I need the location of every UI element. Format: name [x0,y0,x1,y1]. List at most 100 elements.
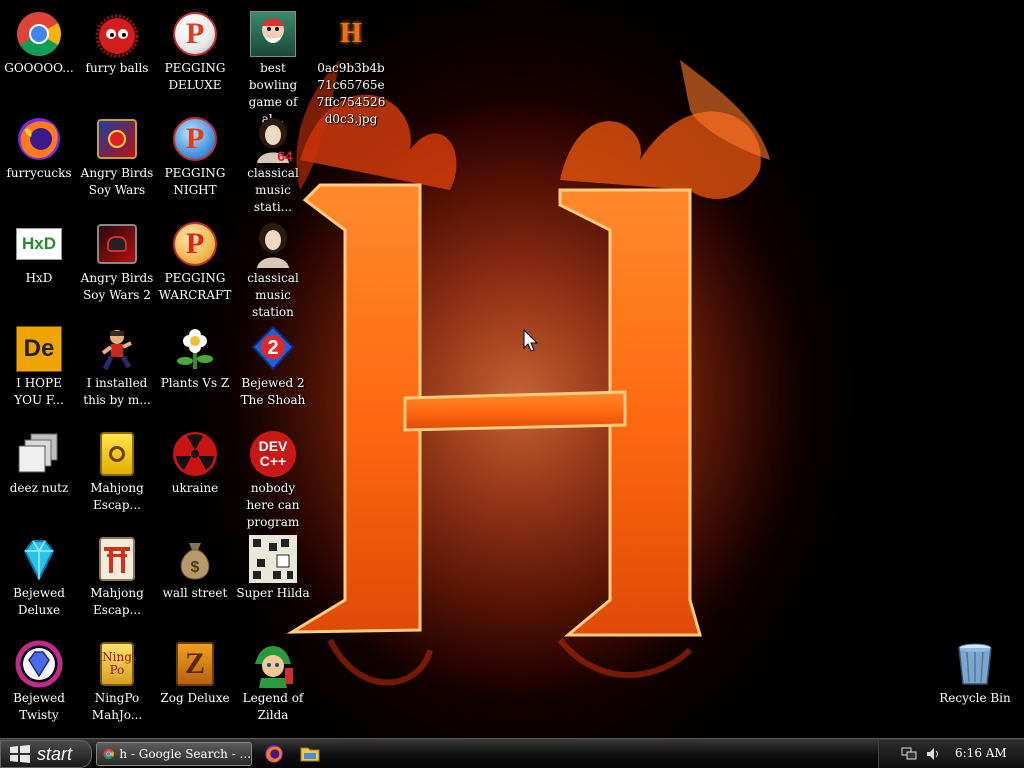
icon-label: 0ac9b3b4b71c65765e7ffc754526d0c3.jpg [316,61,386,126]
angry-birds-star-wars-2-icon [93,220,141,268]
twisty-gem-icon [15,640,63,688]
icon-label: NingPo MahJo... [91,691,143,722]
desktop-icon-bejewed-deluxe[interactable]: Bejewed Deluxe [0,529,78,633]
chrome-icon [15,10,63,58]
desktop-icon-deez-nutz[interactable]: deez nutz [0,424,78,528]
desktop-icon-bowling[interactable]: best bowling game of al... [234,4,312,126]
firefox-icon [265,745,283,763]
diamond-gem-icon [15,535,63,583]
start-label: start [37,743,73,764]
volume-icon[interactable] [925,746,941,762]
bejeweled-2-icon: 2 [249,325,297,373]
icon-label: Legend of Zilda [242,691,304,722]
two-glyph-text: 2 [267,337,278,359]
de-app-icon: De [15,325,63,373]
windows-logo-icon [10,745,30,763]
ningpo-glyph-line-2: Po [109,663,125,677]
desktop-icon-firefox[interactable]: furrycucks [0,109,78,213]
desktop-icon-classical-2[interactable]: classical music station [234,214,312,319]
taskbar-button-chrome-window[interactable]: h - Google Search - ... [96,742,252,766]
clock[interactable]: 6:16 AM [955,746,1007,760]
desktop-icon-angry-birds-soy-wars[interactable]: Angry Birds Soy Wars [78,109,156,213]
desktop-icon-furry-balls[interactable]: furry balls [78,4,156,108]
hxd-icon: HxD [15,220,63,268]
folder-icon [300,747,320,762]
icon-label: GOOOOO... [4,61,74,75]
icon-label: furry balls [85,61,149,75]
desktop-icon-pegging-night[interactable]: P PEGGING NIGHT [156,109,234,213]
desktop[interactable]: GOOOOO... furrycucks HxD HxD De I HOPE Y… [0,0,1024,738]
flower-icon [171,325,219,373]
icon-label: Mahjong Escap... [90,481,144,512]
task-title: h - Google Search - ... [119,747,251,761]
system-tray: 6:16 AM [878,740,1024,768]
icon-label: Angry Birds Soy Wars [80,166,154,197]
desktop-icon-classical-1[interactable]: 64 classical music stati... [234,109,312,214]
desktop-icon-i-installed[interactable]: I installed this by m... [78,319,156,423]
desktop-icon-mahjong-2[interactable]: Mahjong Escap... [78,529,156,633]
desktop-icon-hxd[interactable]: HxD HxD [0,214,78,318]
peggle-ball-icon: P [171,10,219,58]
icon-label: Angry Birds Soy Wars 2 [80,271,154,302]
desktop-icon-legend-of-zilda[interactable]: Legend of Zilda [234,634,312,738]
desktop-icon-ukraine[interactable]: ukraine [156,424,234,528]
quicklaunch-explorer[interactable] [300,744,320,764]
torii-gate-icon [93,535,141,583]
desktop-icon-angry-birds-soy-wars-2[interactable]: Angry Birds Soy Wars 2 [78,214,156,318]
icon-label: HxD [25,271,53,285]
icon-label: Super Hilda [236,586,310,600]
desktop-icon-pegging-warcraft[interactable]: P PEGGING WARCRAFT [156,214,234,318]
bowling-character-icon [249,10,297,58]
icon-label: Bejewed 2 The Shoah [240,376,306,407]
icon-label: Recycle Bin [939,691,1011,705]
chrome-icon [103,748,114,760]
desktop-icon-super-hilda[interactable]: Super Hilda [234,529,312,633]
mahjong-tile-icon [93,430,141,478]
peggle-night-icon: P [171,115,219,163]
icon-label: I HOPE YOU F... [14,376,64,407]
icon-label: Bejewed Deluxe [13,586,65,617]
icon-label: Zog Deluxe [160,691,230,705]
icon-label: I installed this by m... [83,376,151,407]
ningpo-tile-icon: Ning Po [93,640,141,688]
desktop-icon-bejewed-2[interactable]: 2 Bejewed 2 The Shoah [234,319,312,423]
icon-label: nobody here can program [246,481,300,529]
dev-cpp-icon: DEV C++ [249,430,297,478]
icon-label: Plants Vs Z [160,376,230,390]
icon-label: Mahjong Escap... [90,586,144,617]
hxd-glyph-text: HxD [21,234,56,253]
icon-label: classical music station [247,271,299,319]
dev-glyph-text: DEV [258,438,288,454]
desktop-icon-recycle-bin[interactable]: Recycle Bin [936,634,1014,738]
radiation-icon [171,430,219,478]
pixel-art-icon [249,535,297,583]
sixty-four-glyph-text: 64 [277,148,293,163]
money-bag-icon: $ [171,535,219,583]
icon-label: Bejewed Twisty [13,691,65,722]
furry-ball-icon [93,10,141,58]
recycle-bin-icon [951,640,999,688]
peggle-glyph-text: P [173,117,217,161]
cpp-glyph-text: C++ [259,453,287,469]
icon-label: PEGGING WARCRAFT [158,271,232,302]
network-icon[interactable] [901,747,917,761]
start-button[interactable]: start [0,740,92,768]
taskbar: start h - Google Search - ... 6:16 AM [0,738,1024,768]
desktop-icon-ningpo[interactable]: Ning Po NingPo MahJo... [78,634,156,738]
portrait-icon [249,220,297,268]
elf-character-icon [249,640,297,688]
desktop-icon-wall-street[interactable]: $ wall street [156,529,234,633]
quicklaunch-firefox[interactable] [264,744,284,764]
money-glyph-text: $ [191,559,200,576]
portrait-icon: 64 [249,115,297,163]
desktop-icon-jpg-file[interactable]: H 0ac9b3b4b71c65765e7ffc754526d0c3.jpg [312,4,390,128]
desktop-icon-nobody-here[interactable]: DEV C++ nobody here can program [234,424,312,529]
desktop-icon-plants-vs-z[interactable]: Plants Vs Z [156,319,234,423]
peggle-warcraft-icon: P [171,220,219,268]
desktop-icon-chrome[interactable]: GOOOOO... [0,4,78,108]
desktop-icon-zog-deluxe[interactable]: Z Zog Deluxe [156,634,234,738]
desktop-icon-i-hope[interactable]: De I HOPE YOU F... [0,319,78,423]
desktop-icon-mahjong-1[interactable]: Mahjong Escap... [78,424,156,528]
desktop-icon-pegging-deluxe[interactable]: P PEGGING DELUXE [156,4,234,108]
desktop-icon-bejewed-twisty[interactable]: Bejewed Twisty [0,634,78,738]
